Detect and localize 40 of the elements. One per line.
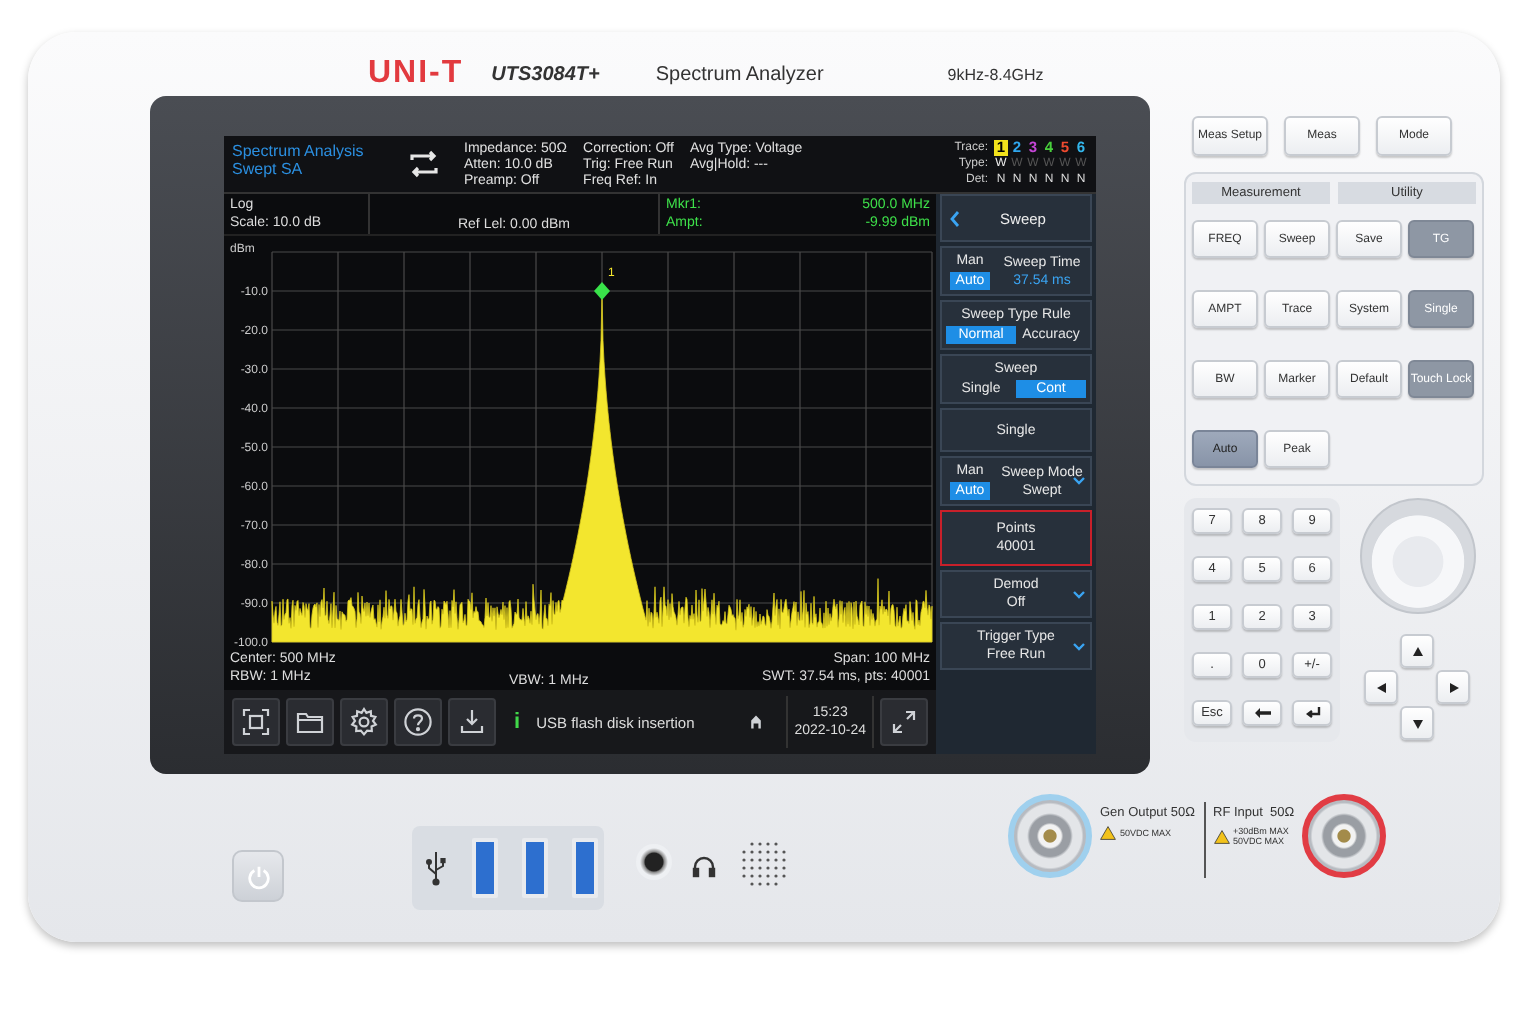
left-arrow-icon bbox=[1253, 706, 1271, 720]
audio-jack[interactable] bbox=[636, 844, 672, 880]
download-icon[interactable] bbox=[448, 698, 496, 746]
settings-icon[interactable] bbox=[340, 698, 388, 746]
rf-input-connector[interactable] bbox=[1302, 794, 1387, 878]
warning-icon bbox=[1213, 829, 1229, 843]
marker-diamond-icon bbox=[594, 282, 610, 300]
left-arrow-key[interactable] bbox=[1364, 670, 1398, 704]
backspace-key[interactable] bbox=[1242, 700, 1282, 726]
right-arrow-key[interactable] bbox=[1436, 670, 1470, 704]
chevron-down-icon bbox=[1072, 590, 1086, 600]
info-mark: i bbox=[514, 710, 521, 734]
usb-port[interactable] bbox=[572, 838, 598, 898]
help-icon[interactable] bbox=[394, 698, 442, 746]
triangle-down-icon bbox=[1411, 717, 1423, 729]
frequency-range: 9kHz-8.4GHz bbox=[947, 65, 1044, 83]
enter-icon bbox=[1303, 706, 1321, 720]
triangle-up-icon bbox=[1411, 645, 1423, 657]
speaker-grille bbox=[740, 840, 788, 888]
triangle-right-icon bbox=[1447, 681, 1459, 693]
triangle-left-icon bbox=[1375, 681, 1387, 693]
model-name: UTS3084T+ bbox=[491, 63, 600, 85]
mode-title[interactable]: Spectrum Analysis bbox=[232, 142, 396, 160]
headphones-icon bbox=[692, 854, 716, 878]
enter-key[interactable] bbox=[1292, 700, 1332, 726]
screenshot-icon[interactable] bbox=[232, 698, 280, 746]
fullscreen-icon[interactable] bbox=[880, 698, 928, 746]
down-arrow-key[interactable] bbox=[1400, 706, 1434, 740]
power-icon bbox=[245, 863, 271, 889]
back-chevron-icon[interactable] bbox=[948, 209, 962, 227]
chevron-down-icon bbox=[1072, 642, 1086, 652]
mode-subtitle: Swept SA bbox=[232, 160, 305, 178]
folder-icon[interactable] bbox=[286, 698, 334, 746]
brand-logo: UNI-T bbox=[368, 56, 464, 92]
up-arrow-key[interactable] bbox=[1400, 634, 1434, 668]
usb-port[interactable] bbox=[472, 838, 498, 898]
product-name: Spectrum Analyzer bbox=[655, 63, 824, 85]
usb-icon bbox=[424, 850, 448, 886]
usb-port[interactable] bbox=[522, 838, 548, 898]
warning-icon bbox=[1100, 826, 1116, 840]
